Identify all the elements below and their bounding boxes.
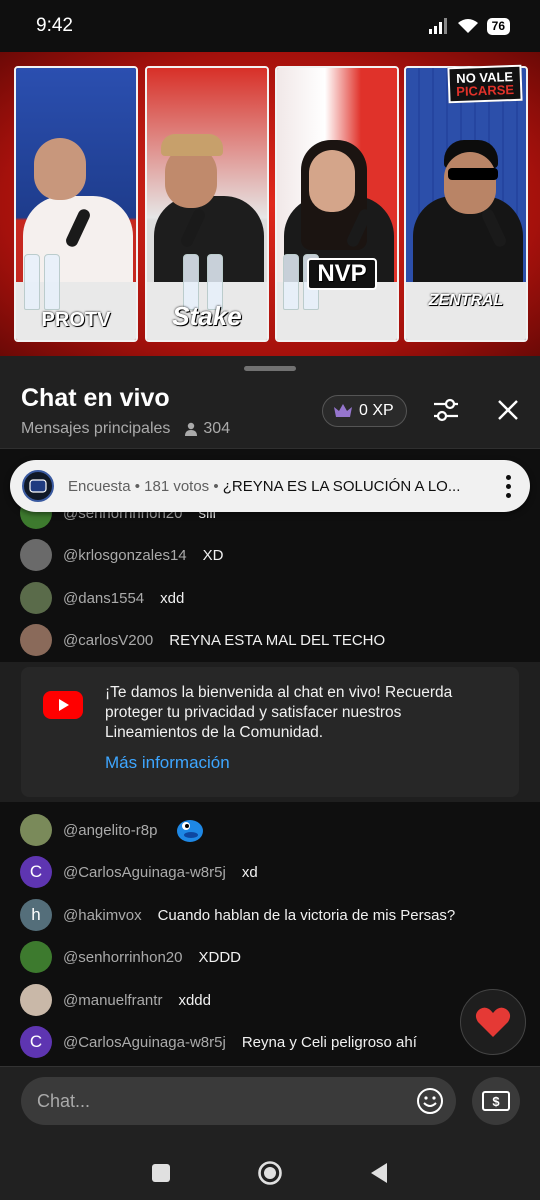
avatar: [20, 984, 52, 1016]
video-panel-2: Stake: [145, 66, 269, 342]
show-logo: NO VALE PICARSE: [447, 64, 523, 104]
chat-message: @senhorrinhon20 XDDD: [20, 939, 241, 975]
close-icon: [498, 400, 518, 420]
xp-button[interactable]: 0 XP: [322, 395, 407, 427]
chat-message: C @CarlosAguinaga-w8r5j Reyna y Celi pel…: [20, 1024, 417, 1060]
chat-input-container[interactable]: [21, 1077, 456, 1125]
xp-label: 0 XP: [359, 402, 394, 419]
chat-message: @krlosgonzales14 XD: [20, 537, 223, 573]
signal-icon: [428, 18, 447, 34]
message-text: xd: [241, 863, 258, 881]
message-text: xddd: [178, 991, 211, 1009]
chat-message: C @CarlosAguinaga-w8r5j xd: [20, 854, 258, 890]
message-author[interactable]: @manuelfrantr: [63, 992, 162, 1009]
status-icons: 76: [428, 17, 510, 35]
message-author[interactable]: @carlosV200: [63, 632, 153, 649]
chat-message: @angelito-r8p: [20, 812, 207, 848]
panel-logo: PROTV: [41, 309, 111, 331]
chat-input[interactable]: [37, 1090, 416, 1112]
poll-meta: Encuesta • 181 votos •: [68, 477, 223, 495]
chat-messages[interactable]: @senhorrinhon20 siii @krlosgonzales14 XD…: [0, 449, 540, 1066]
video-panel-1: PROTV: [14, 66, 138, 342]
avatar: [20, 941, 52, 973]
person-icon: [185, 422, 198, 436]
viewer-count-value: 304: [203, 420, 231, 437]
super-chat-button[interactable]: $: [472, 1077, 520, 1125]
chat-message: h @hakimvox Cuando hablan de la victoria…: [20, 897, 455, 933]
avatar: C: [20, 1026, 52, 1058]
message-author[interactable]: @CarlosAguinaga-w8r5j: [63, 864, 226, 881]
chat-mode-selector[interactable]: Mensajes principales 304: [21, 420, 230, 438]
chat-title: Chat en vivo: [21, 384, 170, 412]
message-text: Reyna y Celi peligroso ahí: [241, 1033, 417, 1051]
chat-message: @dans1554 xdd: [20, 580, 184, 616]
status-bar: 9:42 76: [0, 0, 540, 52]
chat-message: @carlosV200 REYNA ESTA MAL DEL TECHO: [20, 622, 385, 658]
video-panel-4: ZENTRAL: [404, 66, 528, 342]
live-chat-panel: Chat en vivo Mensajes principales 304 0 …: [0, 356, 540, 1200]
more-info-link[interactable]: Más información: [105, 753, 230, 773]
heart-icon: [475, 1007, 511, 1037]
message-author[interactable]: @krlosgonzales14: [63, 547, 187, 564]
message-author[interactable]: @CarlosAguinaga-w8r5j: [63, 1034, 226, 1051]
reaction-heart-button[interactable]: [460, 989, 526, 1055]
back-icon[interactable]: [369, 1162, 389, 1184]
more-vert-icon[interactable]: [498, 474, 518, 498]
message-text: REYNA ESTA MAL DEL TECHO: [169, 631, 386, 649]
avatar: [20, 539, 52, 571]
channel-logo-icon: [29, 479, 47, 493]
chat-settings-button[interactable]: [426, 390, 466, 430]
youtube-logo-icon: [43, 691, 83, 719]
message-text: Cuando hablan de la victoria de mis Pers…: [157, 906, 456, 924]
message-text: xdd: [160, 589, 185, 607]
poll-channel-avatar: [22, 470, 54, 502]
poll-summary: Encuesta • 181 votos • ¿REYNA ES LA SOLU…: [68, 478, 488, 495]
emoji-icon[interactable]: [416, 1087, 444, 1115]
panel-logo: NVP: [307, 258, 377, 290]
status-time: 9:42: [36, 15, 73, 36]
sliders-icon: [434, 398, 458, 422]
chat-message: @manuelfrantr xddd: [20, 982, 211, 1018]
chat-input-bar: $: [0, 1066, 540, 1146]
battery-indicator: 76: [486, 17, 510, 35]
avatar: h: [20, 899, 52, 931]
poll-banner[interactable]: Encuesta • 181 votos • ¿REYNA ES LA SOLU…: [10, 460, 530, 512]
message-author[interactable]: @senhorrinhon20: [63, 949, 182, 966]
home-icon[interactable]: [257, 1160, 283, 1186]
viewer-count: 304: [184, 420, 230, 438]
welcome-text: ¡Te damos la bienvenida al chat en vivo!…: [105, 684, 453, 741]
message-author[interactable]: @angelito-r8p: [63, 822, 157, 839]
money-icon: $: [482, 1091, 510, 1111]
recents-icon[interactable]: [151, 1163, 171, 1183]
emoji-sticker: [173, 815, 207, 845]
avatar: C: [20, 856, 52, 888]
video-player[interactable]: PROTV Stake NVP ZENTRAL NO VALE PICARSE: [0, 52, 540, 356]
message-author[interactable]: @dans1554: [63, 590, 144, 607]
avatar: [20, 624, 52, 656]
system-nav-bar: [0, 1146, 540, 1200]
wifi-icon: [457, 19, 478, 33]
avatar: [20, 814, 52, 846]
panel-logo: ZENTRAL: [428, 292, 504, 309]
close-chat-button[interactable]: [488, 390, 528, 430]
welcome-card: ¡Te damos la bienvenida al chat en vivo!…: [21, 667, 519, 797]
message-text: XDDD: [198, 948, 241, 966]
poll-question: ¿REYNA ES LA SOLUCIÓN A LO...: [222, 477, 461, 495]
message-author[interactable]: @hakimvox: [63, 907, 142, 924]
crown-icon: [334, 404, 352, 417]
message-text: XD: [202, 546, 224, 564]
panel-logo: Stake: [172, 301, 242, 331]
svg-text:$: $: [492, 1094, 500, 1109]
avatar: [20, 582, 52, 614]
video-panel-3: NVP: [275, 66, 399, 342]
chat-mode-label: Mensajes principales: [21, 420, 171, 437]
drag-handle[interactable]: [244, 366, 296, 371]
